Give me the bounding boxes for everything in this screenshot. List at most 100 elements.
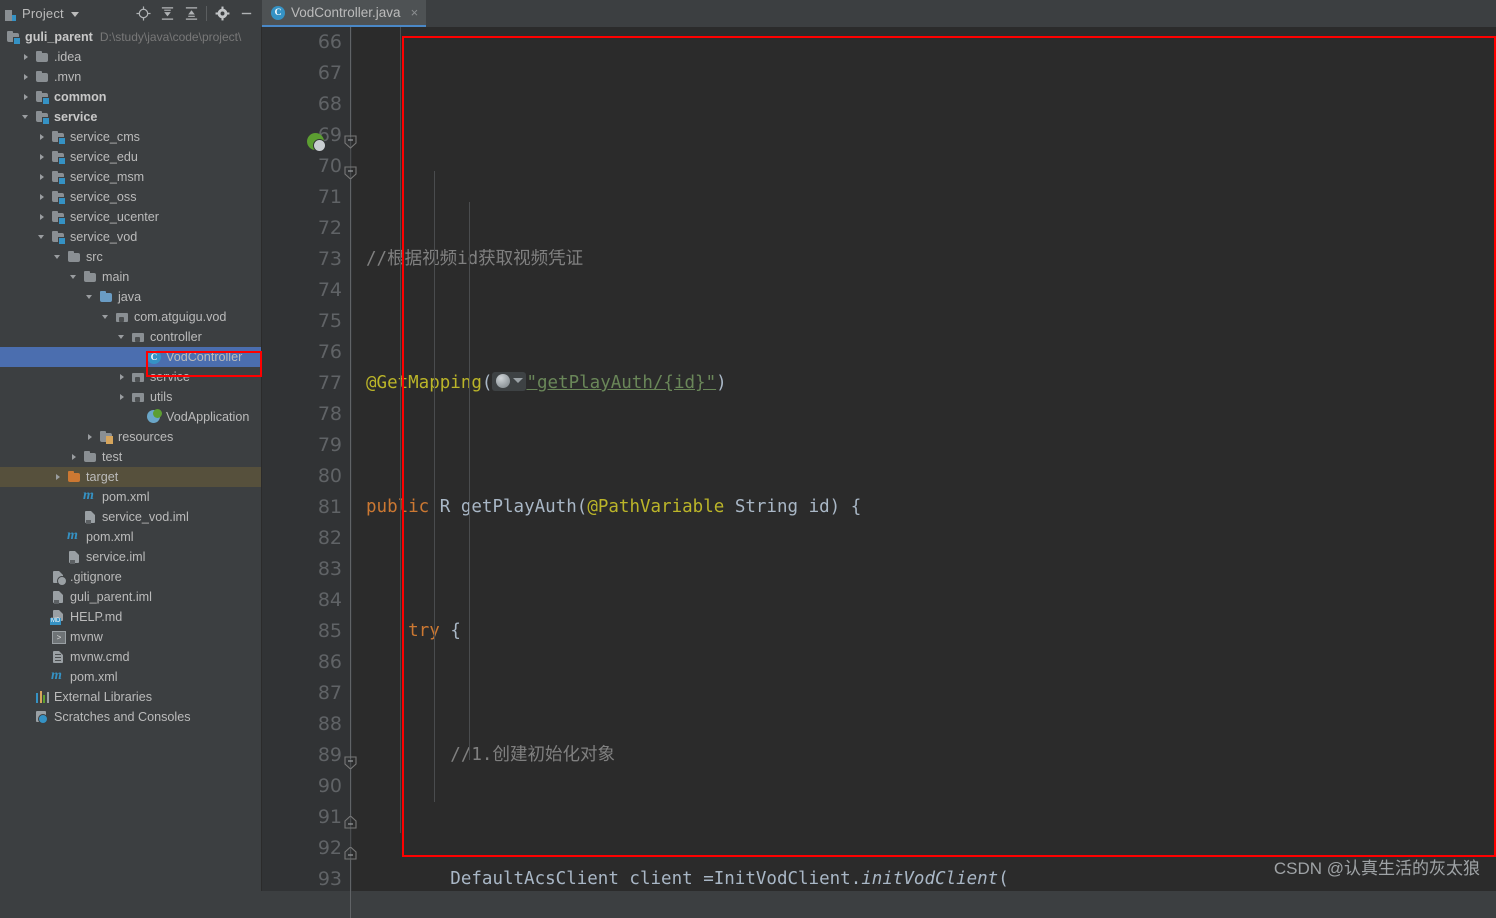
tree-item-mvnw-cmd[interactable]: mvnw.cmd <box>0 647 262 667</box>
line-number-71[interactable]: 71 <box>318 182 342 213</box>
tree-item-service-ucenter[interactable]: service_ucenter <box>0 207 262 227</box>
line-number-77[interactable]: 77 <box>318 368 342 399</box>
chevron-down-icon[interactable] <box>70 12 79 17</box>
chevron-right-icon[interactable] <box>22 53 31 62</box>
run-endpoint-icon[interactable] <box>307 133 326 152</box>
tree-item-java[interactable]: java <box>0 287 262 307</box>
tree-item-pom-xml[interactable]: m pom.xml <box>0 487 262 507</box>
line-number-90[interactable]: 90 <box>318 771 342 802</box>
line-number-80[interactable]: 80 <box>318 461 342 492</box>
chevron-right-icon[interactable] <box>38 193 47 202</box>
chevron-right-icon[interactable] <box>38 153 47 162</box>
code-line-66: //根据视频id获取视频凭证 <box>366 249 584 269</box>
line-number-93[interactable]: 93 <box>318 864 342 895</box>
line-number-67[interactable]: 67 <box>318 58 342 89</box>
chevron-down-icon[interactable] <box>54 253 63 262</box>
chevron-right-icon[interactable] <box>38 133 47 142</box>
tree-item-service-cms[interactable]: service_cms <box>0 127 262 147</box>
tree-item-test[interactable]: test <box>0 447 262 467</box>
tree-item-resources[interactable]: resources <box>0 427 262 447</box>
close-icon[interactable]: × <box>411 6 419 19</box>
locate-icon[interactable] <box>131 2 155 26</box>
line-number-81[interactable]: 81 <box>318 492 342 523</box>
chevron-right-icon[interactable] <box>38 213 47 222</box>
chevron-right-icon[interactable] <box>86 433 95 442</box>
tree-item-guli-parent-iml[interactable]: guli_parent.iml <box>0 587 262 607</box>
tree-item-main[interactable]: main <box>0 267 262 287</box>
tree-item-pom-xml[interactable]: m pom.xml <box>0 527 262 547</box>
tree-item-vodcontroller[interactable]: C VodController <box>0 347 262 367</box>
line-number-74[interactable]: 74 <box>318 275 342 306</box>
tree-item-service-vod-iml[interactable]: service_vod.iml <box>0 507 262 527</box>
line-number-84[interactable]: 84 <box>318 585 342 616</box>
line-number-76[interactable]: 76 <box>318 337 342 368</box>
line-number-88[interactable]: 88 <box>318 709 342 740</box>
tree-item-mvnw[interactable]: > mvnw <box>0 627 262 647</box>
line-number-70[interactable]: 70 <box>318 151 342 182</box>
line-number-86[interactable]: 86 <box>318 647 342 678</box>
tree-item-utils[interactable]: utils <box>0 387 262 407</box>
chevron-down-icon[interactable] <box>102 313 111 322</box>
chevron-right-icon[interactable] <box>38 173 47 182</box>
line-number-91[interactable]: 91 <box>318 802 342 833</box>
line-number-72[interactable]: 72 <box>318 213 342 244</box>
line-number-89[interactable]: 89 <box>318 740 342 771</box>
chevron-down-icon[interactable] <box>118 333 127 342</box>
line-number-66[interactable]: 66 <box>318 27 342 58</box>
line-number-68[interactable]: 68 <box>318 89 342 120</box>
tree-item-service-vod[interactable]: service_vod <box>0 227 262 247</box>
tree-item-service-msm[interactable]: service_msm <box>0 167 262 187</box>
iml-file-icon <box>83 510 97 524</box>
tree-item-src[interactable]: src <box>0 247 262 267</box>
tree-item-vodapplication[interactable]: VodApplication <box>0 407 262 427</box>
chevron-down-icon[interactable] <box>22 113 31 122</box>
project-tree[interactable]: guli_parent D:\study\java\code\project\ .i… <box>0 27 262 891</box>
line-number-75[interactable]: 75 <box>318 306 342 337</box>
chevron-right-icon[interactable] <box>22 93 31 102</box>
tree-item-label: pom.xml <box>70 670 118 684</box>
tree-item-common[interactable]: common <box>0 87 262 107</box>
tree-item-help-md[interactable]: MD HELP.md <box>0 607 262 627</box>
tree-item-service-iml[interactable]: service.iml <box>0 547 262 567</box>
minimize-icon[interactable] <box>234 2 258 26</box>
collapse-all-icon[interactable] <box>179 2 203 26</box>
tree-item-service-oss[interactable]: service_oss <box>0 187 262 207</box>
line-number-79[interactable]: 79 <box>318 430 342 461</box>
line-number-82[interactable]: 82 <box>318 523 342 554</box>
line-number-87[interactable]: 87 <box>318 678 342 709</box>
chevron-right-icon[interactable] <box>22 73 31 82</box>
tree-item-service[interactable]: service <box>0 367 262 387</box>
tab-vodcontroller-java[interactable]: C VodController.java × <box>262 0 427 27</box>
tree-item-service-edu[interactable]: service_edu <box>0 147 262 167</box>
no-chevron <box>38 653 47 662</box>
tree-root-guli-parent[interactable]: guli_parent D:\study\java\code\project\ <box>0 27 262 47</box>
expand-all-icon[interactable] <box>155 2 179 26</box>
tree-item-mvn[interactable]: .mvn <box>0 67 262 87</box>
tree-item-pom-xml[interactable]: m pom.xml <box>0 667 262 687</box>
settings-gear-icon[interactable] <box>210 2 234 26</box>
tree-item-target[interactable]: target <box>0 467 262 487</box>
tree-item-idea[interactable]: .idea <box>0 47 262 67</box>
tree-item-gitignore[interactable]: .gitignore <box>0 567 262 587</box>
chevron-right-icon[interactable] <box>118 393 127 402</box>
code-editor[interactable]: 66 67 68 69 70 71 72 73 74 75 76 77 78 79 80 81 82 83 84 85… <box>262 27 1496 918</box>
tree-item-service[interactable]: service <box>0 107 262 127</box>
line-number-83[interactable]: 83 <box>318 554 342 585</box>
line-number-78[interactable]: 78 <box>318 399 342 430</box>
chevron-down-icon[interactable] <box>70 273 79 282</box>
editor-gutter[interactable]: 66 67 68 69 70 71 72 73 74 75 76 77 78 79 80 81 82 83 84 85… <box>262 27 352 891</box>
tree-item-external-libraries[interactable]: External Libraries <box>0 687 262 707</box>
tree-item-scratches-and-consoles[interactable]: Scratches and Consoles <box>0 707 262 727</box>
tree-item-controller[interactable]: controller <box>0 327 262 347</box>
chevron-right-icon[interactable] <box>118 373 127 382</box>
tree-item-com-atguigu-vod[interactable]: com.atguigu.vod <box>0 307 262 327</box>
chevron-down-icon[interactable] <box>86 293 95 302</box>
line-number-85[interactable]: 85 <box>318 616 342 647</box>
web-endpoint-gutter-icon[interactable] <box>492 371 527 391</box>
code-text[interactable]: //根据视频id获取视频凭证 @GetMapping("getPlayAuth/… <box>352 27 1496 891</box>
line-number-92[interactable]: 92 <box>318 833 342 864</box>
chevron-right-icon[interactable] <box>70 453 79 462</box>
chevron-right-icon[interactable] <box>54 473 63 482</box>
chevron-down-icon[interactable] <box>38 233 47 242</box>
line-number-73[interactable]: 73 <box>318 244 342 275</box>
